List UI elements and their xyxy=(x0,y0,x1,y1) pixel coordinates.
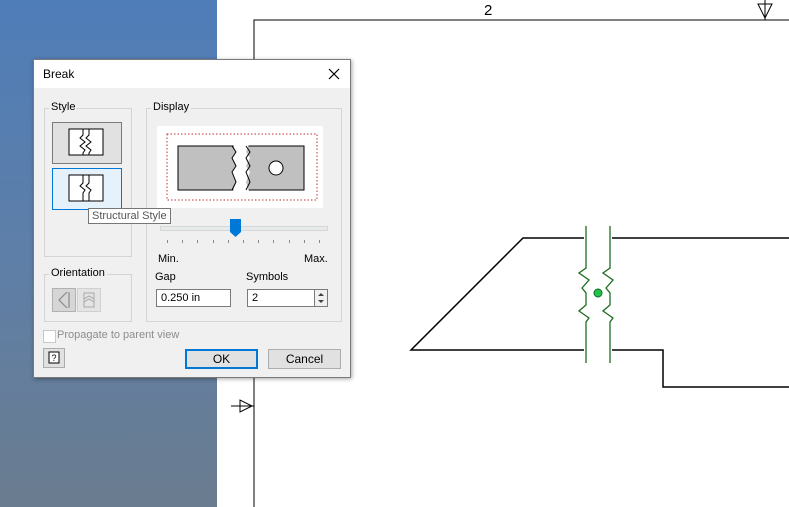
break-grip-point[interactable] xyxy=(593,288,603,298)
slider-tick xyxy=(182,240,184,243)
slider-tick xyxy=(288,240,290,243)
zone-number: 2 xyxy=(484,2,493,19)
gap-label: Gap xyxy=(155,271,176,283)
slider-tick xyxy=(303,240,305,243)
symbols-stepper[interactable] xyxy=(314,289,328,307)
propagate-checkbox[interactable] xyxy=(43,330,56,343)
gap-input[interactable] xyxy=(156,289,231,307)
break-line-left[interactable] xyxy=(577,226,590,363)
symbols-label: Symbols xyxy=(246,271,289,283)
slider-min-label: Min. xyxy=(158,253,179,265)
horizontal-orientation-icon xyxy=(58,291,70,309)
orientation-group-label: Orientation xyxy=(49,267,107,279)
cancel-button[interactable]: Cancel xyxy=(268,349,341,369)
orientation-horizontal-button[interactable] xyxy=(52,288,76,312)
ok-button[interactable]: OK xyxy=(185,349,258,369)
spin-arrows-icon xyxy=(318,293,324,303)
break-preview-image xyxy=(166,133,318,201)
rectangular-style-button[interactable] xyxy=(52,122,122,164)
vertical-orientation-icon xyxy=(83,292,95,308)
propagate-label: Propagate to parent view xyxy=(57,329,180,341)
slider-max-label: Max. xyxy=(304,253,328,265)
slider-tick xyxy=(273,240,275,243)
slider-tick xyxy=(319,240,320,243)
help-icon: ? xyxy=(48,351,60,364)
slider-tick xyxy=(243,240,244,243)
structural-break-icon xyxy=(68,174,104,202)
display-group-label: Display xyxy=(151,101,192,113)
dialog-title: Break xyxy=(43,67,75,81)
svg-text:?: ? xyxy=(51,353,56,363)
break-dialog: Break Style Display Min. Max. Gap 0.250 … xyxy=(33,59,351,378)
slider-tick xyxy=(227,240,229,243)
gap-slider-thumb[interactable] xyxy=(229,219,241,238)
slider-tick xyxy=(212,240,214,243)
orientation-vertical-button[interactable] xyxy=(77,288,101,312)
part-outline-left[interactable] xyxy=(409,237,584,351)
part-outline-bottom-right[interactable] xyxy=(612,349,789,388)
close-icon[interactable] xyxy=(324,64,344,84)
slider-tick xyxy=(258,240,260,243)
structural-style-button[interactable] xyxy=(52,168,122,210)
slider-tick xyxy=(167,240,168,243)
symbols-input[interactable] xyxy=(247,289,315,307)
style-group-label: Style xyxy=(49,101,78,113)
rectangular-break-icon xyxy=(68,128,104,156)
break-line-right[interactable] xyxy=(601,226,614,363)
structural-style-tooltip: Structural Style xyxy=(88,208,171,224)
break-preview xyxy=(157,126,323,208)
dialog-titlebar[interactable]: Break xyxy=(34,60,350,88)
help-button[interactable]: ? xyxy=(43,348,65,368)
slider-tick xyxy=(197,240,199,243)
gap-slider-track[interactable] xyxy=(160,226,328,231)
